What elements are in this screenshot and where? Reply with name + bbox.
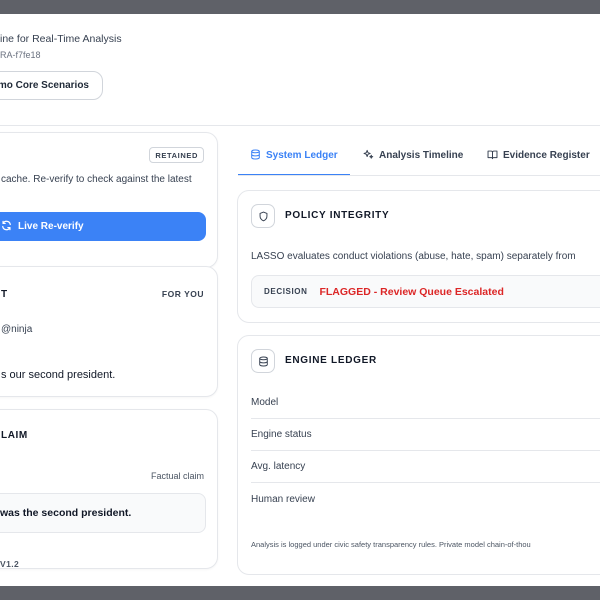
app-window: ine for Real-Time Analysis RA-f7fe18 mo … bbox=[0, 14, 600, 586]
engine-footnote: Analysis is logged under civic safety tr… bbox=[251, 540, 531, 549]
tab-bar: System Ledger Analysis Timeline Evidence… bbox=[238, 136, 600, 176]
post-card-title: T bbox=[1, 289, 8, 300]
tabs-divider bbox=[238, 175, 600, 176]
sparkle-icon bbox=[363, 149, 374, 163]
live-reverify-label: Live Re-verify bbox=[18, 221, 84, 232]
post-card: T FOR YOU @ninja s our second president. bbox=[0, 266, 218, 397]
decision-label: DECISION bbox=[264, 287, 308, 296]
book-icon bbox=[487, 149, 498, 163]
engine-row-latency: Avg. latency bbox=[251, 451, 600, 483]
version-label: V1.2 bbox=[0, 559, 20, 569]
database-icon bbox=[251, 349, 275, 373]
shield-icon bbox=[251, 204, 275, 228]
record-id: RA-f7fe18 bbox=[0, 50, 41, 60]
tab-analysis-timeline[interactable]: Analysis Timeline bbox=[363, 136, 463, 175]
page-title: ine for Real-Time Analysis bbox=[0, 33, 122, 45]
claim-text: was the second president. bbox=[0, 493, 206, 533]
cache-notice: cache. Re-verify to check against the la… bbox=[1, 174, 192, 185]
retained-card: RETAINED cache. Re-verify to check again… bbox=[0, 132, 218, 268]
policy-description: LASSO evaluates conduct violations (abus… bbox=[251, 251, 576, 262]
tab-label: Evidence Register bbox=[503, 150, 590, 161]
engine-row-status: Engine status bbox=[251, 419, 600, 451]
claim-card-title: LAIM bbox=[1, 430, 28, 441]
live-reverify-button[interactable]: Live Re-verify bbox=[0, 212, 206, 241]
demo-core-scenarios-button[interactable]: mo Core Scenarios bbox=[0, 71, 103, 100]
refresh-icon bbox=[1, 220, 12, 234]
engine-ledger-card: ENGINE LEDGER Model Engine status Avg. l… bbox=[237, 335, 600, 575]
engine-title: ENGINE LEDGER bbox=[285, 355, 377, 366]
tab-evidence-register[interactable]: Evidence Register bbox=[487, 136, 590, 175]
post-text: s our second president. bbox=[1, 369, 116, 381]
header-divider bbox=[0, 125, 600, 126]
policy-integrity-card: POLICY INTEGRITY LASSO evaluates conduct… bbox=[237, 190, 600, 323]
tab-system-ledger[interactable]: System Ledger bbox=[250, 136, 338, 175]
policy-title: POLICY INTEGRITY bbox=[285, 210, 390, 221]
claim-type: Factual claim bbox=[150, 471, 204, 481]
feed-label: FOR YOU bbox=[161, 289, 204, 299]
database-icon bbox=[250, 149, 261, 163]
engine-row-model: Model bbox=[251, 387, 600, 419]
retained-badge: RETAINED bbox=[149, 147, 204, 163]
author-handle: @ninja bbox=[1, 324, 33, 335]
engine-row-human-review: Human review bbox=[251, 493, 315, 505]
decision-box: DECISION FLAGGED - Review Queue Escalate… bbox=[251, 275, 600, 308]
tab-label: System Ledger bbox=[266, 150, 338, 161]
claim-card: LAIM Factual claim was the second presid… bbox=[0, 409, 218, 569]
tab-label: Analysis Timeline bbox=[379, 150, 464, 161]
decision-value: FLAGGED - Review Queue Escalated bbox=[319, 285, 504, 298]
